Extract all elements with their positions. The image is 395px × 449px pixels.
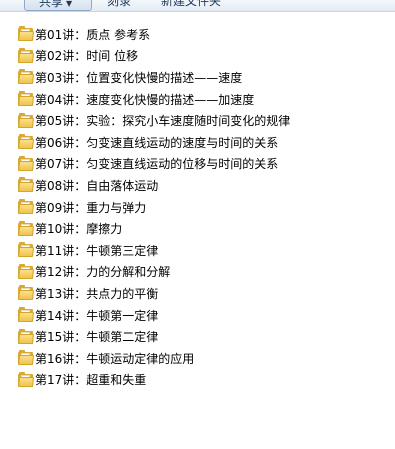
folder-icon [18, 47, 35, 63]
folder-label: 第09讲：重力与弹力 [35, 200, 147, 215]
folder-icon [18, 307, 35, 323]
folder-icon [18, 242, 35, 258]
folder-label: 第13讲：共点力的平衡 [35, 286, 159, 301]
folder-item[interactable]: 第06讲：匀变速直线运动的速度与时间的关系 [18, 132, 290, 154]
folder-label: 第14讲：牛顿第一定律 [35, 308, 159, 323]
folder-label: 第07讲：匀变速直线运动的位移与时间的关系 [35, 157, 279, 172]
folder-label: 第05讲：实验：探究小车速度随时间变化的规律 [35, 114, 291, 129]
folder-label: 第15讲：牛顿第二定律 [35, 330, 159, 345]
folder-item[interactable]: 第11讲：牛顿第三定律 [18, 240, 290, 262]
folder-label: 第11讲：牛顿第三定律 [35, 243, 159, 258]
folder-icon [18, 26, 35, 42]
burn-button[interactable]: 刻录 [107, 0, 131, 11]
folder-icon [18, 220, 35, 236]
folder-list: 第01讲：质点 参考系 第02讲：时间 位移 第03讲：位置变化快慢的描述——速… [18, 24, 290, 391]
folder-item[interactable]: 第07讲：匀变速直线运动的位移与时间的关系 [18, 154, 290, 176]
folder-icon [18, 134, 35, 150]
folder-icon [18, 155, 35, 171]
folder-icon [18, 285, 35, 301]
folder-label: 第17讲：超重和失重 [35, 373, 147, 388]
chevron-down-icon: ▼ [66, 0, 73, 8]
folder-icon [18, 112, 35, 128]
folder-label: 第02讲：时间 位移 [35, 49, 139, 64]
folder-item[interactable]: 第14讲：牛顿第一定律 [18, 305, 290, 327]
share-label: 共享 [39, 0, 64, 9]
folder-label: 第06讲：匀变速直线运动的速度与时间的关系 [35, 135, 279, 150]
share-button[interactable]: 共享 ▼ [24, 0, 92, 11]
folder-icon [18, 263, 35, 279]
folder-icon [18, 199, 35, 215]
folder-item[interactable]: 第13讲：共点力的平衡 [18, 283, 290, 305]
folder-label: 第01讲：质点 参考系 [35, 27, 151, 42]
new-folder-button[interactable]: 新建文件夹 [161, 0, 221, 11]
folder-item[interactable]: 第12讲：力的分解和分解 [18, 262, 290, 284]
folder-item[interactable]: 第17讲：超重和失重 [18, 370, 290, 392]
folder-item[interactable]: 第05讲：实验：探究小车速度随时间变化的规律 [18, 110, 290, 132]
folder-item[interactable]: 第09讲：重力与弹力 [18, 197, 290, 219]
new-folder-label: 新建文件夹 [161, 0, 222, 8]
folder-label: 第03讲：位置变化快慢的描述——速度 [35, 70, 243, 85]
folder-item[interactable]: 第03讲：位置变化快慢的描述——速度 [18, 67, 290, 89]
command-bar: 共享 ▼ 刻录 新建文件夹 [0, 0, 395, 12]
folder-item[interactable]: 第15讲：牛顿第二定律 [18, 326, 290, 348]
folder-icon [18, 69, 35, 85]
folder-item[interactable]: 第02讲：时间 位移 [18, 46, 290, 68]
burn-label: 刻录 [107, 0, 132, 8]
folder-item[interactable]: 第16讲：牛顿运动定律的应用 [18, 348, 290, 370]
folder-label: 第10讲：摩擦力 [35, 222, 123, 237]
folder-label: 第16讲：牛顿运动定律的应用 [35, 351, 195, 366]
folder-label: 第04讲：速度变化快慢的描述——加速度 [35, 92, 255, 107]
folder-item[interactable]: 第01讲：质点 参考系 [18, 24, 290, 46]
folder-icon [18, 371, 35, 387]
folder-icon [18, 350, 35, 366]
folder-icon [18, 328, 35, 344]
folder-item[interactable]: 第08讲：自由落体运动 [18, 175, 290, 197]
folder-icon [18, 177, 35, 193]
folder-label: 第12讲：力的分解和分解 [35, 265, 171, 280]
folder-item[interactable]: 第10讲：摩擦力 [18, 218, 290, 240]
folder-item[interactable]: 第04讲：速度变化快慢的描述——加速度 [18, 89, 290, 111]
folder-icon [18, 91, 35, 107]
folder-label: 第08讲：自由落体运动 [35, 178, 159, 193]
